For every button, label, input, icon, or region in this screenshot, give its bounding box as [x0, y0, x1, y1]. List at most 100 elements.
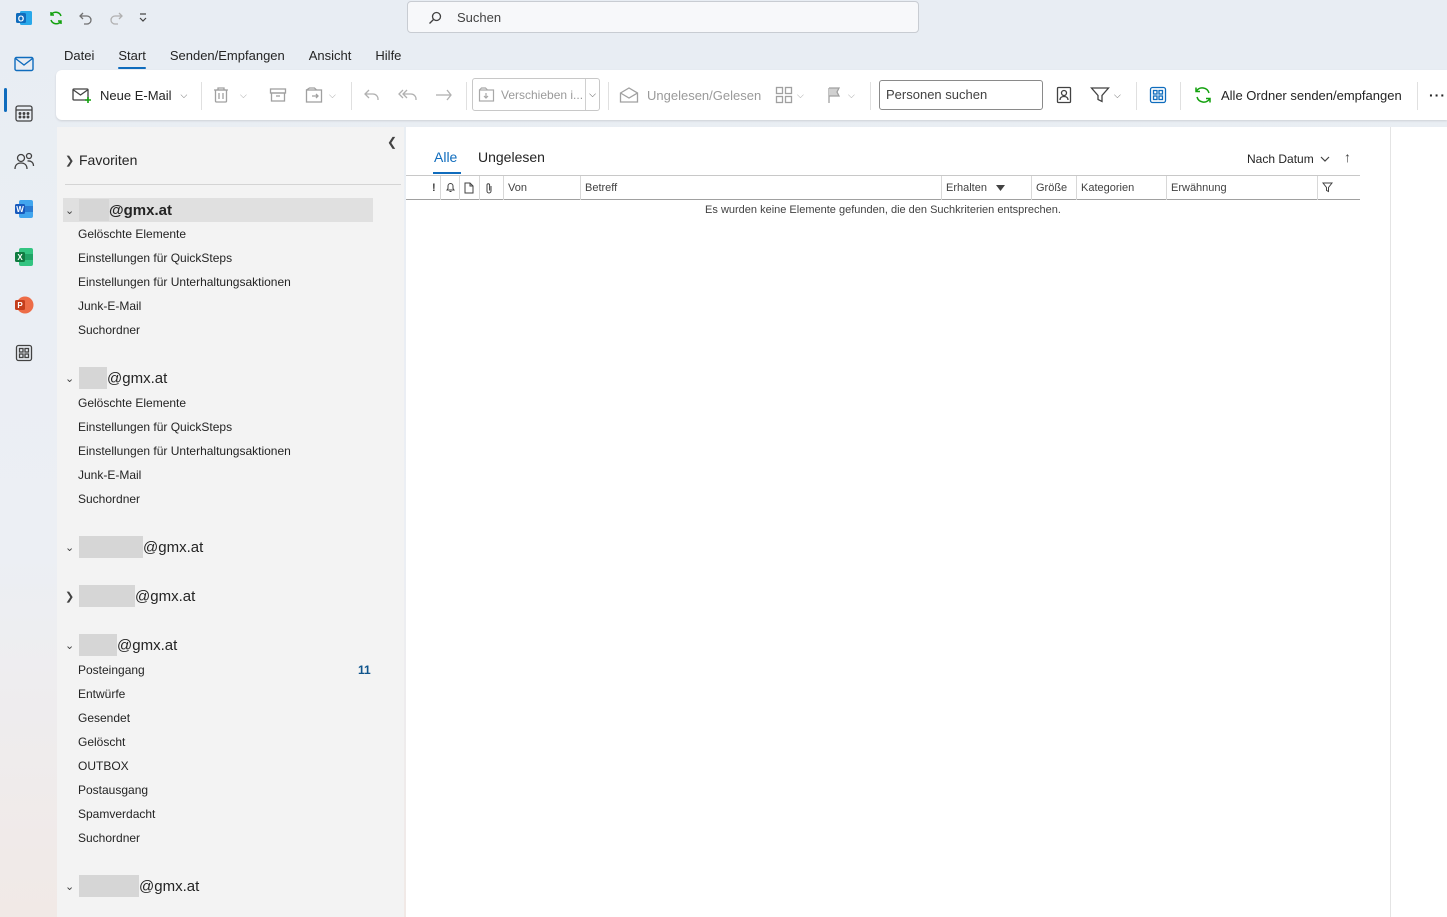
folder-item[interactable]: Gesendet [78, 708, 130, 728]
folder-item[interactable]: Suchordner [78, 489, 140, 509]
more-options-button[interactable]: ··· [1429, 80, 1446, 110]
folder-item[interactable]: Einstellungen für QuickSteps [78, 248, 232, 268]
folder-item[interactable]: Spamverdacht [78, 804, 155, 824]
column-mention[interactable]: Erwähnung [1166, 176, 1317, 200]
account-header-5[interactable]: ⌄ @gmx.at [65, 634, 177, 656]
account-email: @gmx.at [109, 201, 172, 219]
folder-item[interactable]: Entwürfe [78, 684, 125, 704]
folder-item[interactable]: Suchordner [78, 320, 140, 340]
outlook-logo-icon: O [14, 8, 34, 28]
column-received[interactable]: Erhalten [941, 176, 1031, 200]
send-receive-all-button[interactable]: Alle Ordner senden/empfangen [1193, 80, 1402, 110]
apps-button[interactable] [1149, 80, 1167, 110]
undo-icon[interactable] [76, 8, 96, 28]
tab-ansicht[interactable]: Ansicht [301, 44, 360, 68]
folder-item[interactable]: Einstellungen für QuickSteps [78, 417, 232, 437]
account-header-1[interactable]: ⌄ @gmx.at [63, 198, 373, 222]
collapse-pane-icon[interactable]: ❮ [387, 135, 397, 149]
chevron-down-icon[interactable]: ⌵ [240, 90, 247, 101]
address-book-button[interactable] [1056, 80, 1072, 110]
account-header-6[interactable]: ⌄ @gmx.at [65, 875, 199, 897]
tab-start[interactable]: Start [110, 44, 153, 69]
sync-icon[interactable] [46, 8, 66, 28]
column-importance[interactable]: ! [430, 176, 440, 200]
filter-tab-unread[interactable]: Ungelesen [478, 149, 545, 165]
column-from[interactable]: Von [503, 176, 580, 200]
folder-item[interactable]: Gelöschte Elemente [78, 393, 186, 413]
delete-button[interactable]: ⌵ [212, 80, 247, 110]
active-indicator [4, 88, 7, 112]
move-to-button[interactable]: Verschieben i... ⌵ [472, 78, 600, 111]
account-header-4[interactable]: ❯ @gmx.at [65, 585, 195, 607]
folder-item[interactable]: Junk-E-Mail [78, 296, 141, 316]
more-apps-icon[interactable] [12, 341, 36, 365]
reply-all-button[interactable] [398, 80, 420, 110]
filter-email-button[interactable]: ⌵ [1090, 80, 1121, 110]
folder-item[interactable]: Postausgang [78, 780, 148, 800]
chevron-down-icon: ⌄ [65, 880, 75, 893]
reply-button[interactable] [362, 80, 382, 110]
folder-item[interactable]: Suchordner [78, 828, 140, 848]
column-reminder[interactable] [440, 176, 459, 200]
ribbon: Neue E-Mail ⌵ ⌵ ⌵ Verschieben i... ⌵ Ung… [56, 70, 1447, 120]
filter-icon [1321, 182, 1334, 193]
calendar-icon[interactable] [12, 101, 36, 125]
column-size[interactable]: Größe [1031, 176, 1076, 200]
chevron-right-icon: ❯ [65, 590, 75, 603]
envelope-open-icon [619, 87, 639, 103]
folder-item[interactable]: OUTBOX [78, 756, 129, 776]
powerpoint-icon[interactable]: P [12, 293, 36, 317]
divider [466, 82, 467, 110]
divider [65, 184, 401, 185]
new-mail-button[interactable]: Neue E-Mail ⌵ [72, 80, 187, 110]
people-icon[interactable] [12, 149, 36, 173]
unread-read-button[interactable]: Ungelesen/Gelesen [619, 80, 761, 110]
flag-button[interactable]: ⌵ [826, 80, 855, 110]
column-filter[interactable] [1317, 176, 1360, 200]
column-categories[interactable]: Kategorien [1076, 176, 1166, 200]
search-input[interactable]: Suchen [407, 1, 919, 33]
folder-item[interactable]: Gelöschte Elemente [78, 224, 186, 244]
account-header-3[interactable]: ⌄ @gmx.at [65, 536, 203, 558]
folder-item[interactable]: Einstellungen für Unterhaltungsaktionen [78, 441, 291, 461]
folder-item[interactable]: Einstellungen für Unterhaltungsaktionen [78, 272, 291, 292]
mail-icon[interactable] [12, 52, 36, 76]
categorize-button[interactable]: ⌵ [775, 80, 804, 110]
folder-item[interactable]: Junk-E-Mail [78, 465, 141, 485]
forward-button[interactable] [434, 80, 454, 110]
tab-senden-empfangen[interactable]: Senden/Empfangen [162, 44, 293, 68]
folder-item-inbox[interactable]: Posteingang [78, 660, 145, 680]
tab-datei[interactable]: Datei [56, 44, 102, 68]
archive-button[interactable] [269, 80, 287, 110]
column-icon[interactable] [459, 176, 479, 200]
report-button[interactable]: ⌵ [305, 80, 336, 110]
column-header-row: ! Von Betreff Erhalten Größe Kategorien … [406, 175, 1360, 200]
tab-hilfe[interactable]: Hilfe [367, 44, 409, 68]
move-to-dropdown[interactable]: ⌵ [585, 79, 599, 110]
people-search-input[interactable]: Personen suchen [879, 80, 1043, 110]
sort-dropdown[interactable]: Nach Datum [1247, 152, 1330, 166]
customize-quick-access-icon[interactable] [133, 8, 153, 28]
chevron-down-icon[interactable]: ⌵ [329, 90, 336, 101]
chevron-down-icon [1320, 156, 1330, 162]
sort-direction-icon[interactable]: ↑ [1344, 149, 1351, 165]
word-icon[interactable]: W [12, 197, 36, 221]
column-attachment[interactable] [479, 176, 503, 200]
favorites-header[interactable]: ❯ Favoriten [65, 152, 137, 168]
search-placeholder: Suchen [457, 9, 502, 25]
chevron-down-icon[interactable]: ⌵ [1114, 90, 1121, 101]
account-header-2[interactable]: ⌄ @gmx.at [65, 367, 167, 389]
chevron-down-icon[interactable]: ⌵ [797, 90, 804, 101]
new-mail-icon [72, 88, 91, 103]
excel-icon[interactable]: X [12, 245, 36, 269]
forward-icon [436, 89, 452, 101]
delete-icon [214, 87, 228, 103]
chevron-down-icon[interactable]: ⌵ [848, 90, 855, 101]
column-subject[interactable]: Betreff [580, 176, 941, 200]
redo-icon[interactable] [106, 8, 126, 28]
move-to-label: Verschieben i... [501, 87, 584, 102]
folder-item[interactable]: Gelöscht [78, 732, 125, 752]
paperclip-icon [486, 183, 492, 194]
chevron-down-icon[interactable]: ⌵ [181, 90, 188, 101]
filter-tab-all[interactable]: Alle [434, 149, 457, 165]
